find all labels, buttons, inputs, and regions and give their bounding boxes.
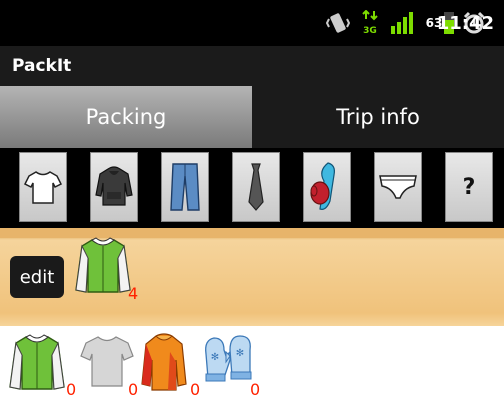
tab-packing[interactable]: Packing bbox=[0, 86, 252, 148]
category-pants-button[interactable] bbox=[161, 152, 209, 222]
vibrate-icon bbox=[324, 0, 352, 46]
app-title-bar: PackIt bbox=[0, 46, 504, 86]
network-type-icon: 3G bbox=[360, 0, 380, 46]
item-count-varsity-jacket: 0 bbox=[66, 380, 77, 399]
item-grey-tshirt[interactable] bbox=[80, 334, 134, 394]
tab-bar: Packing Trip info bbox=[0, 86, 504, 148]
network-type-label: 3G bbox=[363, 26, 377, 36]
svg-text:✻: ✻ bbox=[236, 348, 244, 359]
grey-tshirt-icon bbox=[80, 336, 134, 387]
scarf-mitten-icon bbox=[310, 162, 335, 210]
tshirt-icon bbox=[23, 171, 63, 204]
category-winter-button[interactable] bbox=[303, 152, 351, 222]
svg-text:✻: ✻ bbox=[211, 352, 219, 363]
clock: 11:42 bbox=[436, 12, 494, 34]
item-count-orange-jacket: 0 bbox=[190, 380, 201, 399]
tie-icon bbox=[248, 163, 264, 211]
item-count-blue-mittens: 0 bbox=[250, 380, 261, 399]
category-underwear-button[interactable] bbox=[374, 152, 422, 222]
packed-shelf: edit 4 bbox=[0, 228, 504, 326]
varsity-jacket-icon bbox=[75, 237, 131, 293]
item-count-grey-tshirt: 0 bbox=[128, 380, 139, 399]
edit-button[interactable]: edit bbox=[10, 256, 64, 298]
packed-count: 4 bbox=[128, 284, 139, 303]
hoodie-icon bbox=[95, 166, 133, 206]
underwear-icon bbox=[379, 175, 417, 199]
item-blue-mittens[interactable]: ✻ ✻ bbox=[200, 332, 256, 388]
category-other-button[interactable]: ? bbox=[445, 152, 493, 222]
varsity-jacket-icon bbox=[9, 334, 65, 390]
category-hoodie-button[interactable] bbox=[90, 152, 138, 222]
item-orange-jacket[interactable] bbox=[140, 332, 188, 398]
blue-mittens-icon: ✻ ✻ bbox=[205, 335, 252, 382]
category-tshirt-button[interactable] bbox=[19, 152, 67, 222]
packed-item-varsity-jacket[interactable] bbox=[74, 234, 132, 300]
item-varsity-jacket[interactable] bbox=[8, 330, 66, 398]
orange-jacket-icon bbox=[141, 333, 187, 391]
app-title: PackIt bbox=[12, 56, 72, 76]
category-tie-button[interactable] bbox=[232, 152, 280, 222]
tab-trip-info[interactable]: Trip info bbox=[252, 86, 504, 148]
pants-icon bbox=[170, 163, 200, 211]
category-other-label: ? bbox=[462, 174, 476, 200]
category-bar: ? bbox=[0, 148, 504, 228]
status-bar: 3G 63 11:42 bbox=[0, 0, 504, 46]
signal-icon bbox=[388, 0, 416, 46]
